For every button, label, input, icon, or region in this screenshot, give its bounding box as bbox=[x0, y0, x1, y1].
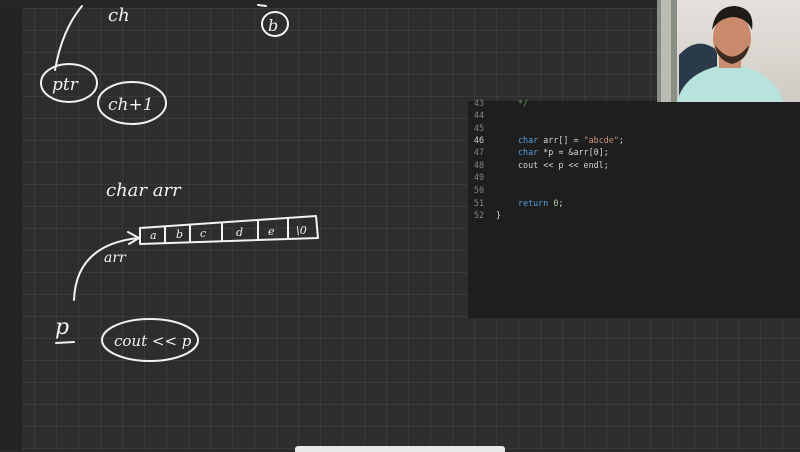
code-line: char arr[] = "abcde"; bbox=[518, 135, 624, 145]
code-line: return 0; bbox=[518, 198, 563, 208]
label-ch: ch bbox=[108, 5, 130, 26]
keyword: return bbox=[518, 198, 549, 208]
code-text: ; bbox=[558, 198, 564, 208]
code-editor[interactable]: 43 */ 44 45 46 char arr[] = "abcde"; 47 … bbox=[468, 98, 800, 318]
code-line: cout << p << endl; bbox=[518, 160, 609, 170]
line-number: 45 bbox=[473, 123, 484, 133]
label-ch-plus-1: ch+1 bbox=[108, 95, 154, 115]
keyword: char bbox=[518, 147, 539, 157]
line-number: 50 bbox=[473, 185, 484, 195]
line-number: 49 bbox=[473, 172, 484, 182]
code-line: } bbox=[496, 210, 502, 220]
bottom-toolbar-handle[interactable] bbox=[295, 446, 505, 452]
line-number: 52 bbox=[473, 210, 484, 220]
code-line: */ bbox=[518, 98, 529, 108]
line-number: 46 bbox=[473, 135, 484, 145]
line-number: 47 bbox=[473, 147, 484, 157]
label-b: b bbox=[268, 16, 278, 35]
line-number: 48 bbox=[473, 160, 484, 170]
label-char-arr: char arr bbox=[106, 180, 182, 201]
window-glass bbox=[661, 0, 671, 102]
array-cell-1: b bbox=[176, 228, 183, 241]
line-number: 51 bbox=[473, 198, 484, 208]
code-text: ; bbox=[618, 135, 624, 145]
label-cout-p: cout << p bbox=[114, 332, 192, 350]
webcam-feed bbox=[657, 0, 800, 102]
b-dash bbox=[257, 4, 267, 7]
array-cell-3: d bbox=[236, 226, 243, 239]
p-underline bbox=[55, 341, 75, 344]
line-number: 43 bbox=[473, 98, 484, 108]
array-cell-2: c bbox=[200, 227, 206, 240]
string-literal: "abcde" bbox=[583, 135, 619, 145]
line-number: 44 bbox=[473, 110, 484, 120]
ptr-arrow-stroke bbox=[54, 5, 83, 71]
p-arrow-stroke bbox=[73, 237, 139, 301]
presenter-video bbox=[657, 0, 783, 102]
array-cell-5: \0 bbox=[296, 224, 307, 237]
code-text: *p = &arr[0]; bbox=[538, 147, 609, 157]
label-ptr: ptr bbox=[52, 75, 79, 95]
label-arr: arr bbox=[104, 250, 127, 266]
array-cell-0: a bbox=[150, 229, 157, 242]
keyword: char bbox=[518, 135, 539, 145]
code-text: arr[] = bbox=[538, 135, 584, 145]
code-line: char *p = &arr[0]; bbox=[518, 147, 609, 157]
label-p: p bbox=[55, 315, 69, 340]
array-cell-4: e bbox=[268, 225, 275, 238]
array-box bbox=[139, 215, 319, 245]
